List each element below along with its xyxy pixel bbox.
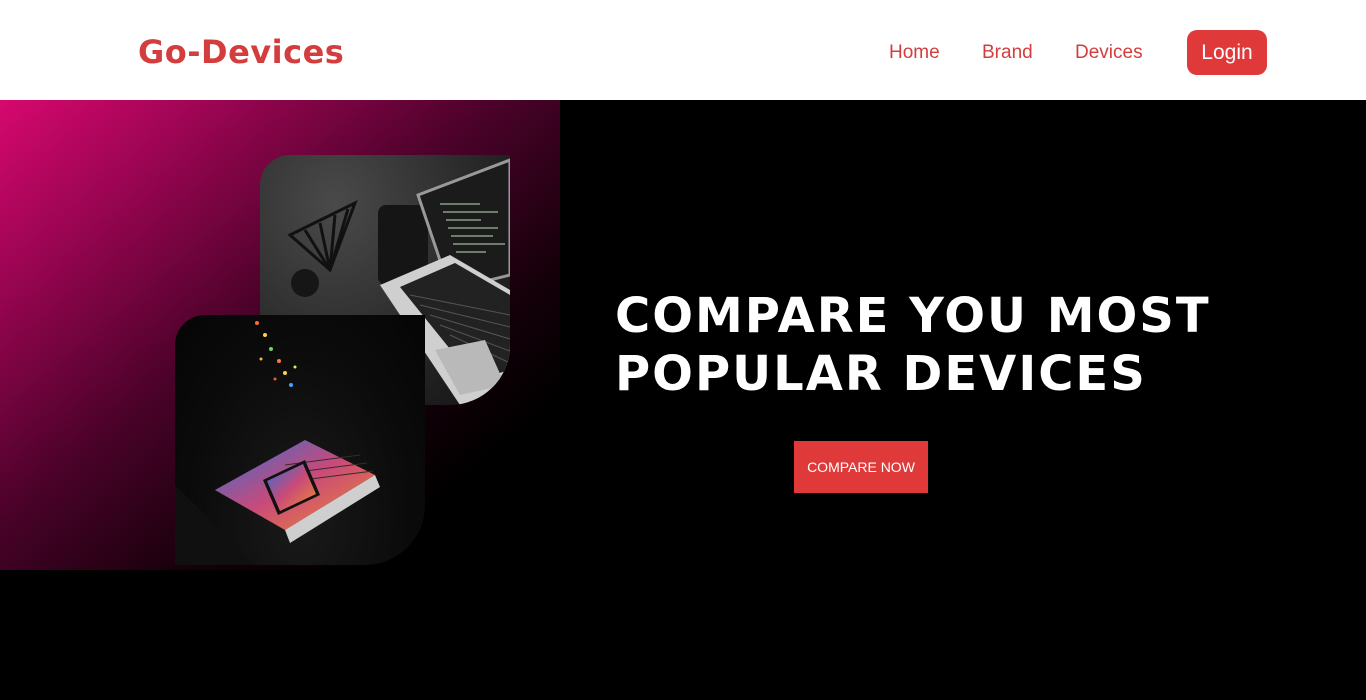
hero-title: COMPARE YOU MOST POPULAR DEVICES xyxy=(615,287,1235,403)
hero-title-line1: COMPARE YOU MOST xyxy=(615,288,1211,344)
nav-link-home[interactable]: Home xyxy=(889,38,940,68)
nav-link-brand[interactable]: Brand xyxy=(982,38,1033,68)
laptop-phone-photo xyxy=(175,315,425,565)
navbar: Go-Devices Home Brand Devices Login xyxy=(0,0,1366,100)
hero-title-line2: POPULAR DEVICES xyxy=(615,346,1147,402)
hero-section: COMPARE YOU MOST POPULAR DEVICES COMPARE… xyxy=(0,100,1366,700)
main-nav: Home Brand Devices xyxy=(0,38,1366,68)
nav-link-devices[interactable]: Devices xyxy=(1075,38,1143,68)
compare-now-button[interactable]: COMPARE NOW xyxy=(794,441,928,493)
login-button[interactable]: Login xyxy=(1187,30,1267,75)
